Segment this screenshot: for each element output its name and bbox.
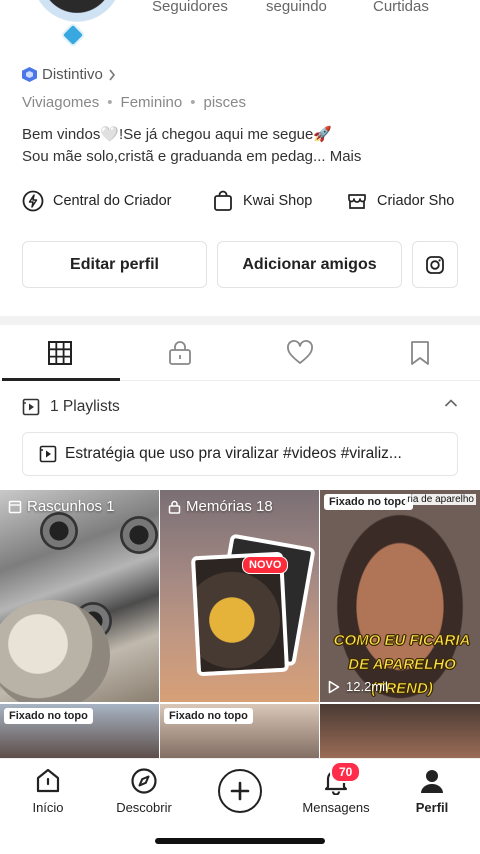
bio-line-2: Sou mãe solo,cristã e graduanda em pedag…	[22, 148, 326, 165]
add-friends-button[interactable]: Adicionar amigos	[217, 241, 402, 288]
memories-label-wrap: Memórias 18	[168, 498, 273, 515]
tag-separator: •	[190, 94, 196, 111]
nav-profile-label: Perfil	[415, 800, 449, 815]
followers-label[interactable]: Seguidores	[152, 0, 228, 15]
creator-center-label: Central do Criador	[53, 193, 172, 209]
playlist-item[interactable]: Estratégia que uso pra viralizar #videos…	[22, 432, 458, 476]
bookmark-icon	[411, 341, 429, 365]
video-top-text: ria de aparelho	[405, 494, 476, 505]
creator-shop-link[interactable]: Criador Sho	[346, 190, 454, 212]
edit-profile-button[interactable]: Editar perfil	[22, 241, 207, 288]
playlist-icon	[22, 398, 40, 416]
messages-badge: 70	[330, 761, 362, 783]
badge-hexagon-icon	[22, 67, 37, 82]
pinned-video-tile[interactable]: Fixado no topo ria de aparelho COMO EU F…	[320, 490, 480, 702]
memories-tile[interactable]: NOVO Memórias 18	[160, 490, 319, 702]
nav-home-label: Início	[32, 800, 64, 815]
tab-liked[interactable]	[240, 325, 360, 381]
kwai-shop-label: Kwai Shop	[243, 193, 313, 209]
tag-username: Viviagomes	[22, 94, 100, 111]
profile-stats-row: Seguidores seguindo Curtidas	[0, 0, 480, 46]
creator-links: Central do Criador Kwai Shop Criador Sho	[0, 190, 480, 216]
nav-messages[interactable]: 70 Mensagens	[288, 759, 384, 829]
nav-home[interactable]: Início	[0, 759, 96, 829]
store-icon	[348, 194, 366, 209]
following-label[interactable]: seguindo	[266, 0, 327, 15]
nav-discover-label: Descobrir	[116, 800, 172, 815]
tag-separator: •	[107, 94, 113, 111]
create-button[interactable]	[218, 769, 262, 813]
playlists-header[interactable]: 1 Playlists	[22, 394, 458, 420]
playlist-icon	[39, 445, 57, 463]
stove-burner-image	[120, 516, 158, 554]
nav-discover[interactable]: Descobrir	[96, 759, 192, 829]
badge-link[interactable]: Distintivo	[22, 66, 116, 83]
tab-saved[interactable]	[360, 325, 480, 381]
video-grid: Rascunhos 1 NOVO Memórias 18 Fixado no t…	[0, 490, 480, 760]
draft-box-icon	[8, 500, 22, 513]
views-count: 12.2mil	[346, 679, 388, 694]
badge-label: Distintivo	[42, 66, 103, 83]
video-caption-line-1: COMO EU FICARIA	[333, 632, 471, 650]
chevron-up-icon[interactable]	[444, 398, 458, 408]
pinned-video-tile[interactable]: Fixado no topo	[160, 704, 319, 760]
pinned-badge: Fixado no topo	[4, 708, 93, 724]
playlist-item-title: Estratégia que uso pra viralizar #videos…	[65, 445, 402, 462]
chevron-right-icon	[109, 69, 115, 80]
playlists-count-label: 1 Playlists	[50, 398, 120, 415]
bottom-navigation: Início Descobrir 70 Mensagens Perfil	[0, 758, 480, 828]
instagram-button[interactable]	[412, 241, 458, 288]
shopping-bag-icon	[214, 190, 232, 211]
profile-bio: Bem vindos🤍!Se já chegou aqui me segue🚀 …	[22, 124, 462, 168]
kwai-shop-link[interactable]: Kwai Shop	[212, 190, 312, 212]
views-counter: 12.2mil	[328, 679, 388, 694]
tab-private[interactable]	[120, 325, 240, 381]
tag-gender: Feminino	[120, 94, 183, 111]
home-indicator	[155, 838, 325, 844]
nav-messages-label: Mensagens	[302, 800, 370, 815]
play-icon	[328, 680, 340, 693]
bio-more-link[interactable]: Mais	[330, 148, 362, 165]
likes-label[interactable]: Curtidas	[373, 0, 429, 15]
section-divider	[0, 316, 480, 325]
new-badge: NOVO	[242, 556, 289, 574]
home-icon	[36, 768, 60, 793]
grid-icon	[48, 341, 72, 365]
lock-icon	[168, 500, 181, 514]
memories-label: Memórias 18	[186, 498, 273, 515]
creator-shop-label: Criador Sho	[377, 193, 455, 209]
active-tab-indicator	[2, 378, 120, 381]
video-tile[interactable]	[320, 704, 480, 760]
drafts-label-wrap: Rascunhos 1	[8, 498, 115, 515]
content-tabs	[0, 325, 480, 381]
nav-profile[interactable]: Perfil	[384, 759, 480, 829]
plus-icon	[230, 781, 250, 801]
tab-grid[interactable]	[0, 325, 120, 381]
heart-icon	[287, 340, 313, 364]
drafts-tile[interactable]: Rascunhos 1	[0, 490, 159, 702]
profile-actions: Editar perfil Adicionar amigos	[22, 241, 458, 288]
video-caption-line-2: DE APARELHO	[348, 656, 456, 674]
pinned-badge: Fixado no topo	[164, 708, 253, 724]
lock-icon	[169, 341, 191, 365]
profile-tags: Viviagomes • Feminino • pisces	[22, 94, 246, 111]
user-icon	[421, 770, 443, 793]
creator-center-link[interactable]: Central do Criador	[22, 190, 171, 212]
instagram-icon	[426, 255, 444, 274]
pinned-video-tile[interactable]: Fixado no topo	[0, 704, 159, 760]
lightning-circle-icon	[22, 190, 44, 212]
bio-line-1: Bem vindos🤍!Se já chegou aqui me segue🚀	[22, 126, 333, 143]
tag-sign: pisces	[203, 94, 247, 111]
nav-create[interactable]	[192, 759, 288, 829]
stove-burner-image	[40, 512, 78, 550]
drafts-label: Rascunhos 1	[27, 498, 115, 515]
compass-icon	[131, 768, 157, 794]
pinned-badge: Fixado no topo	[324, 494, 413, 510]
